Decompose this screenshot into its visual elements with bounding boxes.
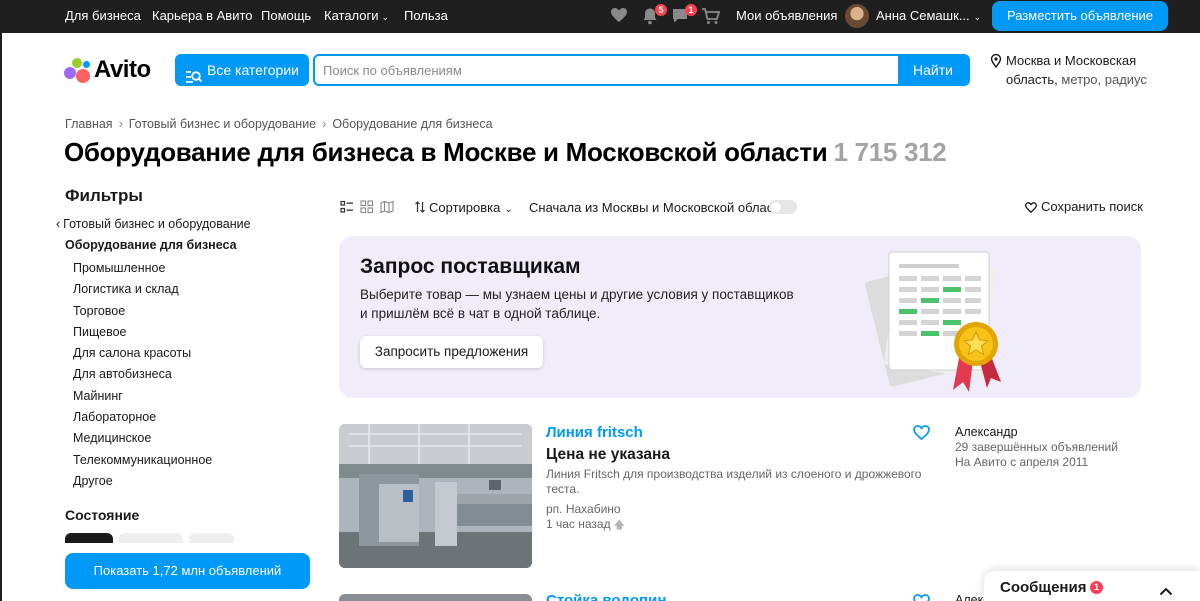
breadcrumb-equipment[interactable]: Оборудование для бизнеса [332,117,492,131]
save-search-label: Сохранить поиск [1041,199,1143,214]
notifications-badge: 5 [655,4,667,16]
show-results-button[interactable]: Показать 1,72 млн объявлений [65,553,310,589]
nav-link-benefit[interactable]: Польза [404,8,448,23]
nav-link-help[interactable]: Помощь [261,8,311,23]
listing-location: рп. Нахабино [546,502,621,516]
location-extra: метро, радиус [1061,72,1147,87]
cart-icon[interactable] [701,7,721,25]
heart-icon [1024,201,1038,214]
filter-subcategory[interactable]: Промышленное [73,261,165,275]
filter-subcategory[interactable]: Торговое [73,304,125,318]
place-ad-button[interactable]: Разместить объявление [992,1,1168,31]
save-search-button[interactable]: Сохранить поиск [1024,199,1143,214]
promoted-arrow-icon: 🡅 [613,519,625,531]
breadcrumb-home[interactable]: Главная [65,117,113,131]
nav-link-career[interactable]: Карьера в Авито [152,8,253,23]
nav-link-catalogs[interactable]: Каталоги ⌄ [324,8,389,23]
filter-subcategory[interactable]: Для автобизнеса [73,367,172,381]
filter-subcategory[interactable]: Телекоммуникационное [73,453,212,467]
my-ads-link[interactable]: Мои объявления [736,8,837,23]
page-title: Оборудование для бизнеса в Москве и Моск… [64,137,947,168]
condition-chip-selected[interactable] [65,533,113,543]
sort-dropdown[interactable]: Сортировка ⌄ [414,200,513,215]
listing-title-link[interactable]: Линия fritsch [546,424,643,441]
user-menu[interactable]: Анна Семашк... ⌄ [876,8,981,23]
all-categories-button[interactable]: Все категории [175,54,309,86]
sort-label: Сортировка [429,200,501,215]
filters-heading: Фильтры [65,186,143,205]
listing-photo[interactable] [339,594,532,601]
page-title-text: Оборудование для бизнеса в Москве и Моск… [64,137,828,167]
search-input[interactable] [315,56,899,84]
favorites-heart-icon[interactable] [610,7,630,25]
results-count: 1 715 312 [833,137,947,167]
location-pin-icon [990,53,1002,69]
condition-heading: Состояние [65,507,140,523]
supplier-request-banner: Запрос поставщикам Выберите товар — мы у… [339,236,1141,398]
banner-title: Запрос поставщикам [360,255,581,278]
filter-subcategory[interactable]: Майнинг [73,389,123,403]
seller-stat: На Авито с апреля 2011 [955,455,1089,469]
moscow-first-label: Сначала из Москвы и Московской области [529,200,787,215]
favorite-heart-icon[interactable] [913,594,930,601]
window-edge [0,33,2,601]
user-avatar[interactable] [845,4,869,28]
location-selector[interactable]: Москва и Московская область, метро, ради… [990,51,1150,89]
all-categories-label: Все категории [207,62,299,78]
messages-panel[interactable]: Сообщения 1 [984,571,1200,601]
nav-link-catalogs-label: Каталоги [324,8,379,23]
condition-chip[interactable] [119,533,183,543]
notifications-bell-icon[interactable]: 5 [641,4,667,25]
messages-chat-icon[interactable]: 1 [671,4,697,25]
search-button[interactable]: Найти [898,56,968,84]
moscow-first-toggle[interactable] [769,200,797,214]
listing-time: 1 час назад 🡅 [546,516,625,535]
search-bar: Найти [313,54,970,86]
listing-price: Цена не указана [546,446,670,463]
grid-view-icon[interactable] [360,200,374,214]
request-offers-button[interactable]: Запросить предложения [360,336,543,368]
logo-wordmark: Avito [94,56,151,83]
filter-subcategory[interactable]: Другое [73,474,113,488]
filter-subcategory[interactable]: Медицинское [73,431,151,445]
chevron-down-icon: ⌄ [973,12,982,22]
nav-link-business[interactable]: Для бизнеса [65,8,141,23]
filter-subcategory[interactable]: Для салона красоты [73,346,191,360]
sort-arrows-icon [414,201,426,213]
seller-name[interactable]: Александр [955,425,1018,439]
user-name: Анна Семашк... [876,8,970,23]
filter-parent-category[interactable]: ‹ Готовый бизнес и оборудование [56,217,251,231]
top-navigation-bar: Для бизнеса Карьера в Авито Помощь Катал… [0,0,1200,33]
messages-panel-badge: 1 [1090,581,1103,594]
breadcrumb: Главная › Готовый бизнес и оборудование › Об… [65,117,493,131]
listing-photo[interactable] [339,424,532,568]
filter-subcategory[interactable]: Пищевое [73,325,126,339]
messages-badge: 1 [685,4,697,16]
messages-panel-label: Сообщения [1000,579,1087,596]
categories-search-icon [186,63,203,83]
map-view-icon[interactable] [380,200,394,214]
filter-subcategory[interactable]: Лабораторное [73,410,156,424]
favorite-heart-icon[interactable] [913,425,930,441]
filter-current-category[interactable]: Оборудование для бизнеса [65,238,237,252]
logo-dots-icon [64,58,92,84]
listing-time-label: 1 час назад [546,517,611,531]
banner-text: Выберите товар — мы узнаем цены и другие… [360,287,794,321]
chevron-up-icon[interactable] [1159,583,1173,596]
filter-parent-label: Готовый бизнес и оборудование [63,217,251,231]
spreadsheet-medal-illustration [864,251,1001,392]
list-view-icon[interactable] [340,200,354,214]
chevron-left-icon: ‹ [56,217,61,231]
filter-subcategory[interactable]: Логистика и склад [73,282,179,296]
breadcrumb-business[interactable]: Готовый бизнес и оборудование [129,117,316,131]
chevron-down-icon: ⌄ [504,204,513,215]
listing-description: Линия Fritsch для производства изделий и… [546,467,922,496]
chevron-down-icon: ⌄ [381,12,390,22]
listing-title-link[interactable]: Стойка водопин [546,592,666,601]
seller-stat: 29 завершённых объявлений [955,440,1118,454]
condition-chip[interactable] [189,533,234,543]
